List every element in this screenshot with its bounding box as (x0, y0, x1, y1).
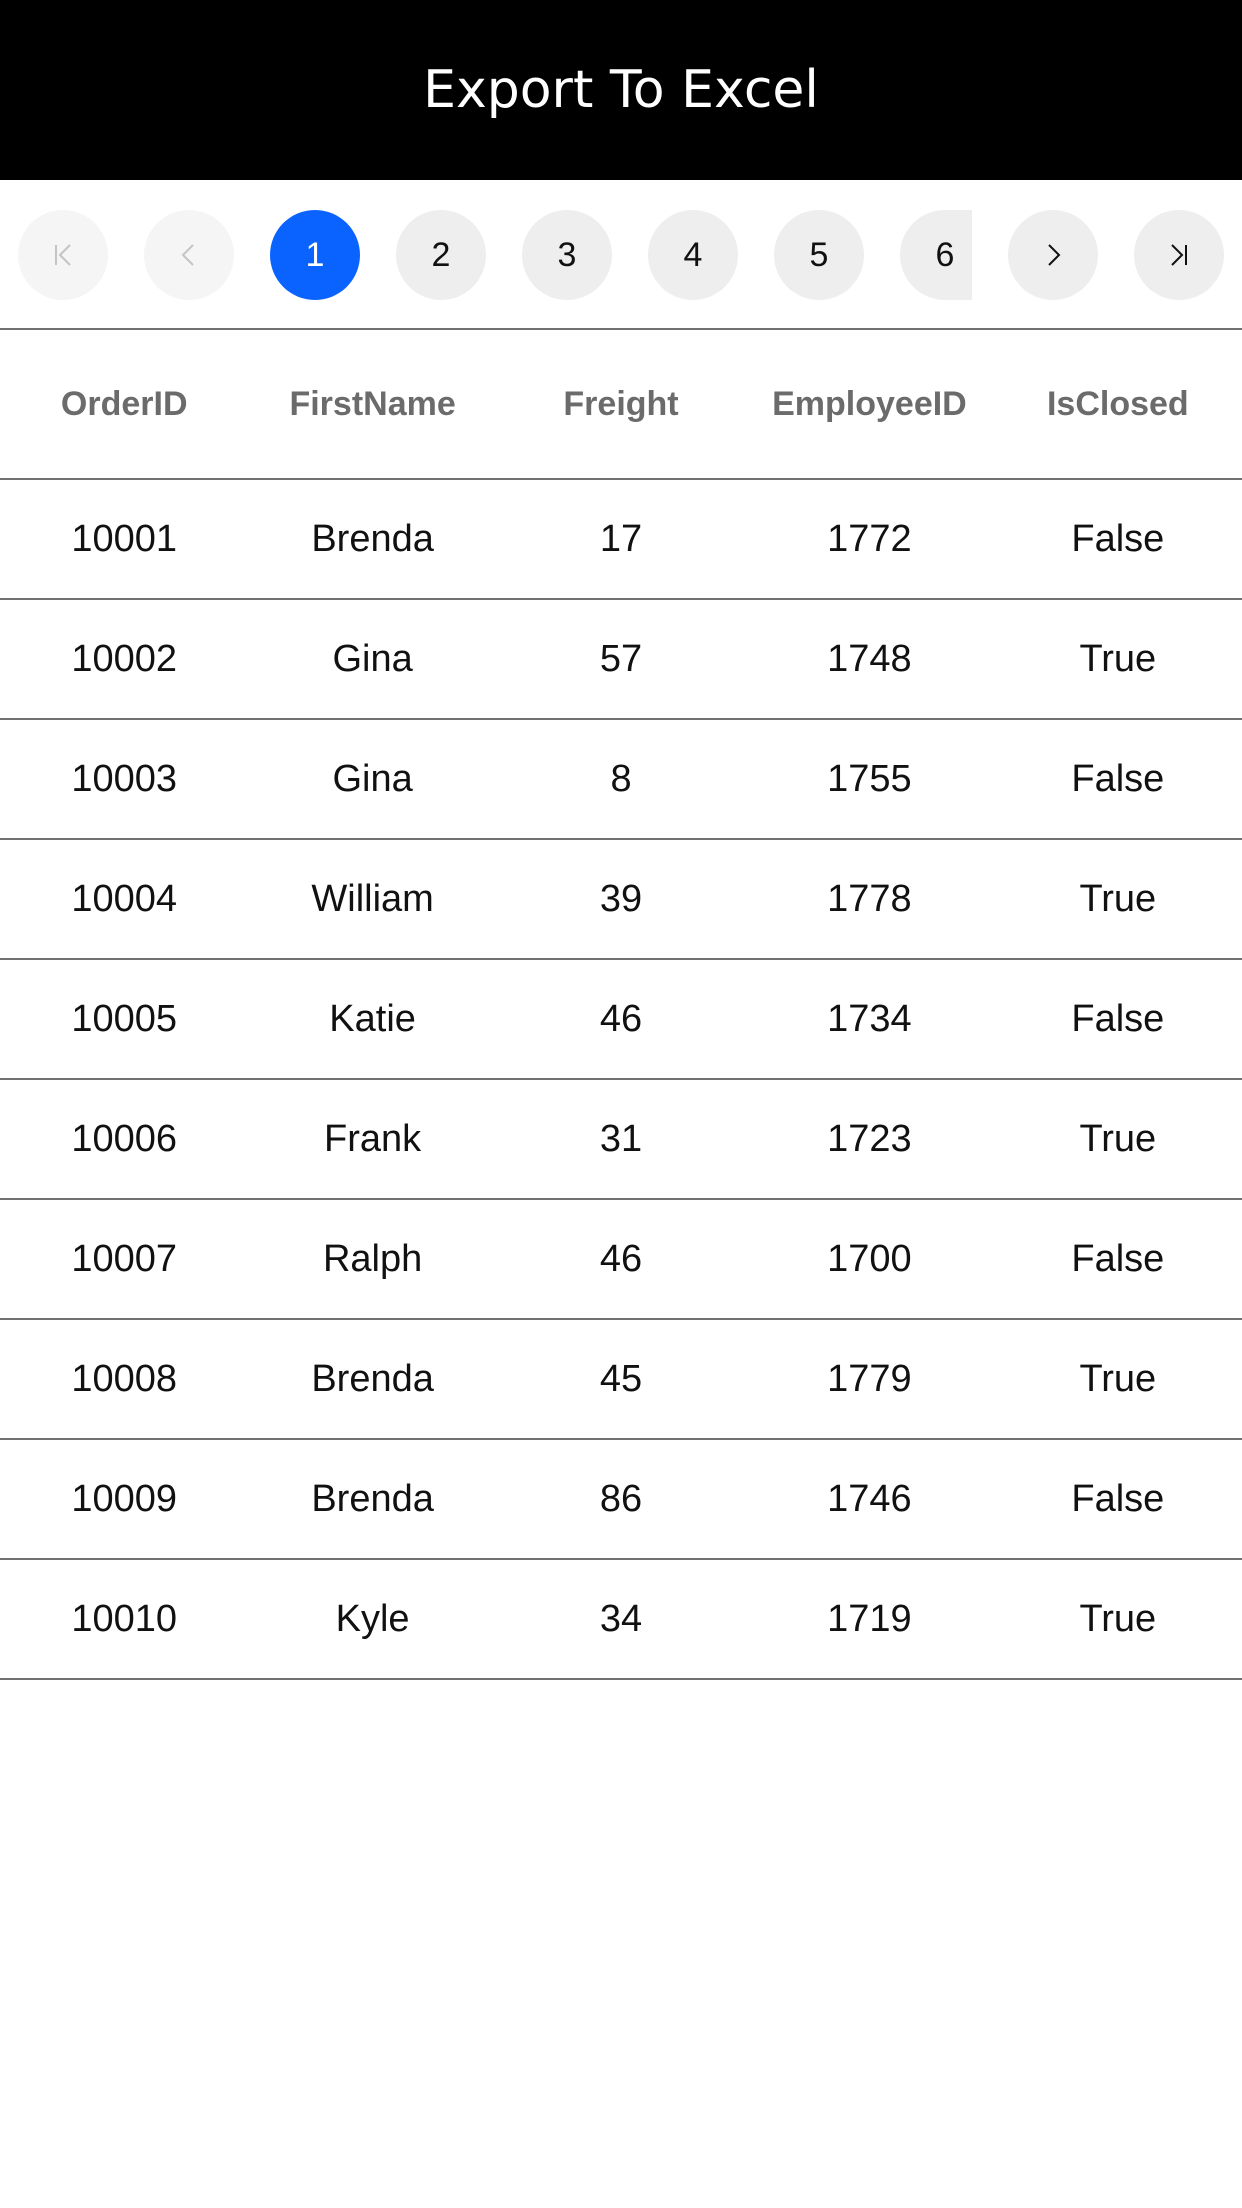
next-page-button[interactable] (1008, 210, 1098, 300)
previous-page-icon (181, 244, 194, 266)
table-row[interactable]: 10006 Frank 31 1723 True (0, 1080, 1242, 1200)
table-cell: Brenda (311, 517, 434, 560)
next-page-icon (1048, 244, 1061, 266)
table-row[interactable]: 10004 William 39 1778 True (0, 840, 1242, 960)
table-cell: Katie (329, 997, 416, 1040)
first-page-button[interactable] (18, 210, 108, 300)
page-button-1[interactable]: 1 (270, 210, 360, 300)
table-row[interactable]: 10002 Gina 57 1748 True (0, 600, 1242, 720)
table-row[interactable]: 10008 Brenda 45 1779 True (0, 1320, 1242, 1440)
grid-body: 10001 Brenda 17 1772 False 10002 Gina 57 1748 Tru… (0, 480, 1242, 1680)
page-button-6[interactable]: 6 (900, 210, 972, 300)
table-cell: Brenda (311, 1477, 434, 1520)
table-cell: 31 (599, 1117, 643, 1160)
page-number: 5 (809, 235, 829, 274)
table-cell: 8 (610, 757, 632, 800)
page-button-3[interactable]: 3 (522, 210, 612, 300)
table-cell: 10002 (71, 637, 178, 680)
table-cell: 1748 (827, 637, 912, 680)
table-cell: True (1079, 637, 1157, 680)
page-number: 6 (935, 235, 955, 274)
table-cell: 10001 (71, 517, 178, 560)
first-page-icon (55, 244, 71, 266)
table-cell: 1772 (827, 517, 912, 560)
table-cell: 10006 (71, 1117, 178, 1160)
column-header-firstname[interactable]: FirstName (248, 330, 496, 478)
page-number: 4 (683, 235, 703, 274)
table-cell: True (1079, 1597, 1157, 1640)
table-cell: 10005 (71, 997, 178, 1040)
table-cell: True (1079, 1117, 1157, 1160)
table-cell: 1734 (827, 997, 912, 1040)
table-cell: 45 (599, 1357, 643, 1400)
table-cell: 10003 (71, 757, 178, 800)
table-cell: 34 (599, 1597, 643, 1640)
table-cell: 10004 (71, 877, 178, 920)
table-row[interactable]: 10007 Ralph 46 1700 False (0, 1200, 1242, 1320)
table-cell: 86 (599, 1477, 643, 1520)
data-grid: OrderID FirstName Freight EmployeeID IsC… (0, 330, 1242, 1680)
last-page-button[interactable] (1134, 210, 1224, 300)
pager: 1 2 3 4 5 6 (0, 180, 1242, 330)
table-cell: 1755 (827, 757, 912, 800)
table-cell: 1719 (827, 1597, 912, 1640)
table-cell: 10009 (71, 1477, 178, 1520)
table-cell: 10010 (71, 1597, 178, 1640)
table-cell: Frank (324, 1117, 422, 1160)
table-cell: 1746 (827, 1477, 912, 1520)
table-cell: 46 (599, 1237, 643, 1280)
table-row[interactable]: 10001 Brenda 17 1772 False (0, 480, 1242, 600)
table-cell: 10007 (71, 1237, 178, 1280)
table-cell: True (1079, 1357, 1157, 1400)
table-cell: False (1071, 1237, 1165, 1280)
column-header-isclosed[interactable]: IsClosed (994, 330, 1242, 478)
column-header-orderid[interactable]: OrderID (0, 330, 248, 478)
table-cell: Kyle (335, 1597, 410, 1640)
table-cell: Gina (332, 637, 413, 680)
table-cell: William (311, 877, 434, 920)
column-header-employeeid[interactable]: EmployeeID (745, 330, 993, 478)
table-cell: 10008 (71, 1357, 178, 1400)
page-number: 2 (431, 235, 451, 274)
table-cell: 1779 (827, 1357, 912, 1400)
table-cell: 1778 (827, 877, 912, 920)
table-cell: 39 (599, 877, 643, 920)
table-row[interactable]: 10003 Gina 8 1755 False (0, 720, 1242, 840)
table-cell: False (1071, 997, 1165, 1040)
grid-header: OrderID FirstName Freight EmployeeID IsC… (0, 330, 1242, 480)
last-page-icon (1171, 244, 1187, 266)
table-cell: Brenda (311, 1357, 434, 1400)
toolbar: Export To Excel (0, 0, 1242, 180)
export-to-excel-button[interactable]: Export To Excel (423, 60, 819, 120)
table-cell: False (1071, 757, 1165, 800)
page-number: 3 (557, 235, 577, 274)
table-cell: False (1071, 517, 1165, 560)
table-cell: 17 (599, 517, 643, 560)
table-cell: False (1071, 1477, 1165, 1520)
table-cell: Gina (332, 757, 413, 800)
page-number: 1 (305, 235, 325, 274)
table-cell: 1723 (827, 1117, 912, 1160)
page-button-5[interactable]: 5 (774, 210, 864, 300)
table-row[interactable]: 10005 Katie 46 1734 False (0, 960, 1242, 1080)
table-cell: 57 (599, 637, 643, 680)
table-row[interactable]: 10009 Brenda 86 1746 False (0, 1440, 1242, 1560)
previous-page-button[interactable] (144, 210, 234, 300)
table-cell: True (1079, 877, 1157, 920)
table-row[interactable]: 10010 Kyle 34 1719 True (0, 1560, 1242, 1680)
column-header-freight[interactable]: Freight (497, 330, 745, 478)
table-cell: 46 (599, 997, 643, 1040)
page-button-2[interactable]: 2 (396, 210, 486, 300)
table-cell: 1700 (827, 1237, 912, 1280)
table-cell: Ralph (322, 1237, 423, 1280)
page-button-4[interactable]: 4 (648, 210, 738, 300)
